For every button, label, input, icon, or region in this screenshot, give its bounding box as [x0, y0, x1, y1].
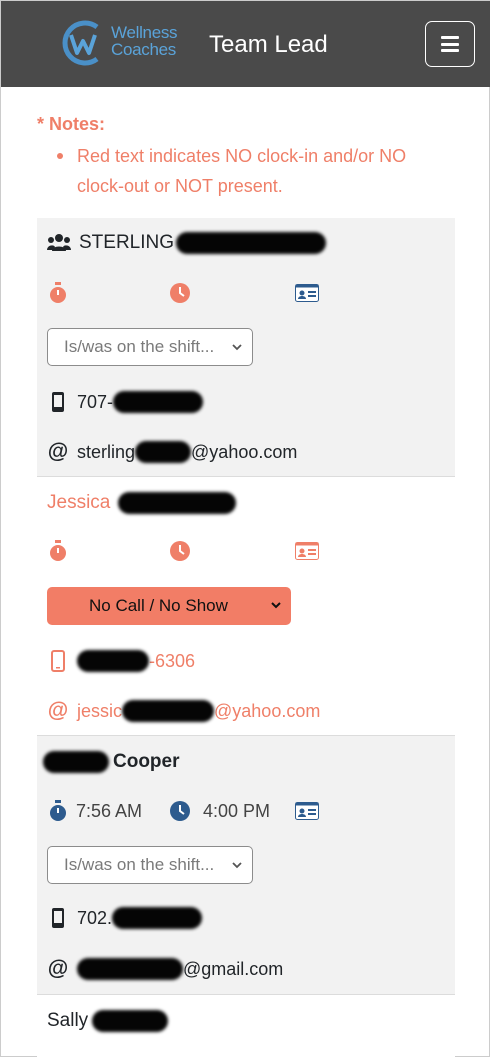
clock-icon[interactable] [169, 282, 191, 304]
email-domain[interactable]: @yahoo.com [214, 701, 320, 722]
redacted-text [176, 232, 327, 254]
clock-out-time: 4:00 PM [203, 801, 271, 821]
staff-name: STERLING [79, 232, 175, 253]
phone-number[interactable]: -6306 [149, 651, 195, 672]
staff-card: Jessica No Call / No Show -6306 @ jessic… [37, 477, 455, 735]
mobile-phone-icon [52, 392, 64, 412]
top-navbar: Wellness Coaches Team Lead [1, 1, 490, 87]
phone-number[interactable]: 702. [77, 908, 112, 929]
email-prefix[interactable]: sterling [77, 442, 135, 463]
clock-icons-row: 7:56 AM 4:00 PM [47, 800, 447, 824]
shift-status-value[interactable]: Is/was on the shift... [47, 328, 253, 366]
phone-row: 702. [47, 906, 203, 930]
staff-name-row: Sally [47, 1009, 169, 1033]
staff-name: Jessica [47, 492, 111, 513]
clock-icons-row [47, 282, 447, 306]
phone-row: -6306 [47, 649, 195, 673]
mobile-phone-icon [52, 908, 64, 928]
shift-status-select[interactable]: No Call / No Show [47, 587, 291, 625]
clock-in-time: 7:56 AM [76, 801, 143, 821]
notes-list: Red text indicates NO clock-in and/or NO… [37, 141, 457, 201]
notes-title: * Notes: [37, 114, 106, 134]
logo-text: Wellness Coaches [111, 23, 178, 59]
at-sign-icon: @ [47, 699, 69, 722]
notes-section: * Notes: Red text indicates NO clock-in … [37, 111, 457, 201]
id-card-icon[interactable] [295, 800, 319, 822]
staff-card: Sally [37, 995, 455, 1057]
users-group-icon [47, 234, 71, 251]
menu-toggle-button[interactable] [425, 21, 475, 67]
email-prefix[interactable]: jessic [77, 701, 122, 722]
redacted-text [112, 907, 203, 929]
at-sign-icon: @ [47, 440, 69, 463]
mobile-phone-icon [51, 650, 65, 672]
staff-card: Cooper 7:56 AM 4:00 PM Is/was on the shi… [37, 736, 455, 994]
chevron-down-icon [271, 602, 281, 609]
redacted-text [43, 751, 109, 773]
id-card-icon[interactable] [295, 540, 319, 562]
redacted-text [113, 391, 204, 413]
staff-name: Sally [47, 1010, 89, 1031]
stopwatch-icon[interactable] [47, 282, 69, 304]
staff-name-row: Cooper [43, 750, 180, 774]
clock-icon[interactable] [169, 800, 191, 822]
shift-status-value[interactable]: No Call / No Show [47, 587, 291, 625]
logo-mark-icon [62, 20, 99, 66]
page-title: Team Lead [209, 31, 328, 58]
email-row: @ jessic @yahoo.com [47, 699, 320, 723]
shift-status-value[interactable]: Is/was on the shift... [47, 846, 253, 884]
email-row: @ @gmail.com [47, 957, 283, 981]
email-row: @ sterling @yahoo.com [47, 440, 297, 464]
stopwatch-icon[interactable] [47, 540, 69, 562]
email-domain[interactable]: @yahoo.com [191, 442, 297, 463]
stopwatch-icon[interactable] [47, 800, 69, 822]
at-sign-icon: @ [47, 957, 69, 980]
redacted-text [122, 700, 215, 722]
clock-icons-row [47, 540, 447, 564]
chevron-down-icon [232, 344, 242, 351]
redacted-text [92, 1010, 169, 1032]
shift-status-label: Is/was on the shift... [64, 337, 215, 356]
email-domain[interactable]: @gmail.com [183, 959, 283, 980]
redacted-text [118, 492, 237, 514]
notes-item: Red text indicates NO clock-in and/or NO… [37, 141, 457, 201]
clock-icon[interactable] [169, 540, 191, 562]
staff-name-row: STERLING [47, 232, 327, 254]
phone-row: 707- [47, 390, 204, 414]
shift-status-select[interactable]: Is/was on the shift... [47, 328, 253, 366]
wellness-coaches-logo[interactable]: Wellness Coaches [59, 17, 199, 69]
shift-status-label: No Call / No Show [89, 596, 228, 615]
id-card-icon[interactable] [295, 282, 319, 304]
redacted-text [77, 958, 183, 980]
chevron-down-icon [232, 862, 242, 869]
phone-number[interactable]: 707- [77, 392, 113, 413]
redacted-text [77, 650, 149, 672]
shift-status-label: Is/was on the shift... [64, 855, 215, 874]
shift-status-select[interactable]: Is/was on the shift... [47, 846, 253, 884]
hamburger-menu-icon [441, 36, 459, 52]
redacted-text [135, 441, 192, 463]
staff-name-row: Jessica [47, 491, 237, 515]
staff-card: STERLING Is/was on the shift... 707- @ s… [37, 218, 455, 476]
staff-name: Cooper [113, 751, 180, 772]
